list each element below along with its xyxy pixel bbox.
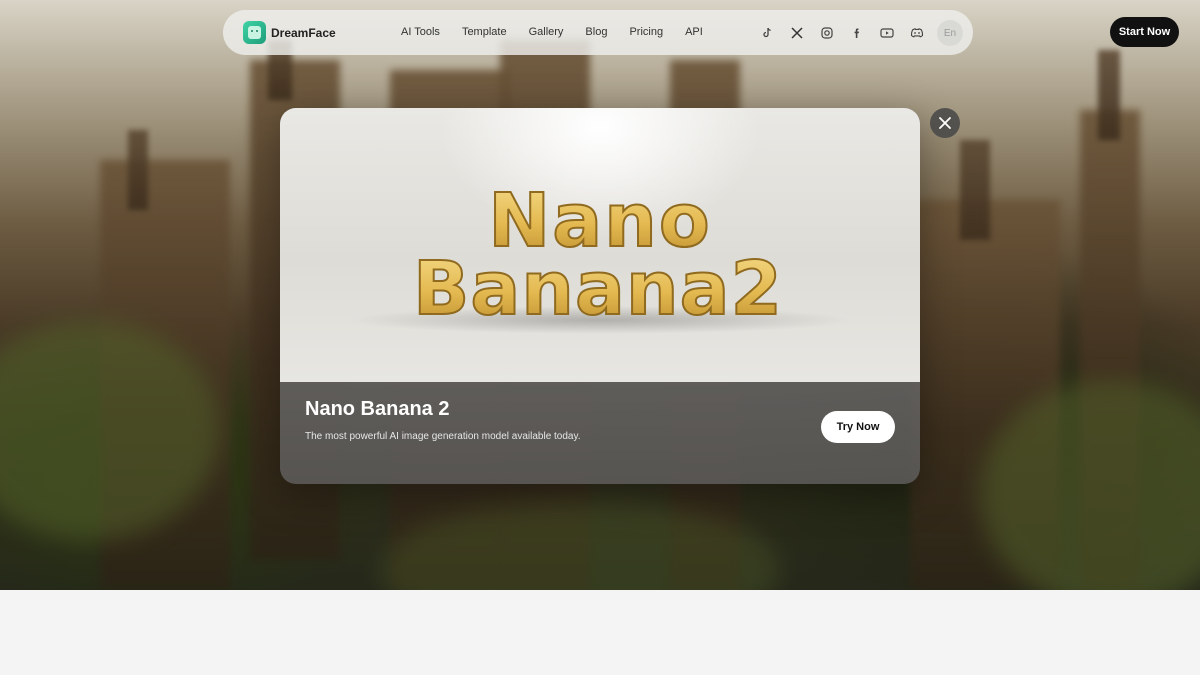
- start-now-button[interactable]: Start Now: [1110, 17, 1179, 47]
- top-nav: DreamFace AI Tools Template Gallery Blog…: [223, 10, 973, 55]
- language-selector[interactable]: En: [937, 20, 963, 46]
- close-modal-button[interactable]: [930, 108, 960, 138]
- tiktok-icon[interactable]: [758, 24, 776, 42]
- promo-image: Nano Banana2: [280, 108, 920, 382]
- nav-link-gallery[interactable]: Gallery: [529, 26, 564, 38]
- promo-title: Nano Banana 2: [305, 398, 450, 420]
- promo-info: Nano Banana 2 The most powerful AI image…: [280, 382, 920, 484]
- promo-text-line2: Banana2: [413, 246, 783, 332]
- close-icon: [939, 117, 951, 129]
- facebook-icon[interactable]: [848, 24, 866, 42]
- nav-link-blog[interactable]: Blog: [585, 26, 607, 38]
- instagram-icon[interactable]: [818, 24, 836, 42]
- nav-link-api[interactable]: API: [685, 26, 703, 38]
- nav-link-pricing[interactable]: Pricing: [629, 26, 663, 38]
- nav-link-template[interactable]: Template: [462, 26, 507, 38]
- brand-name[interactable]: DreamFace: [271, 26, 336, 40]
- x-icon[interactable]: [788, 24, 806, 42]
- social-links: [758, 24, 938, 42]
- nav-links: AI Tools Template Gallery Blog Pricing A…: [401, 26, 725, 38]
- discord-icon[interactable]: [908, 24, 926, 42]
- dreamface-logo-icon[interactable]: [243, 21, 266, 44]
- promo-modal: Nano Banana2 Nano Banana 2 The most powe…: [280, 108, 920, 484]
- youtube-icon[interactable]: [878, 24, 896, 42]
- try-now-button[interactable]: Try Now: [821, 411, 895, 443]
- nav-link-ai-tools[interactable]: AI Tools: [401, 26, 440, 38]
- promo-description: The most powerful AI image generation mo…: [305, 431, 581, 442]
